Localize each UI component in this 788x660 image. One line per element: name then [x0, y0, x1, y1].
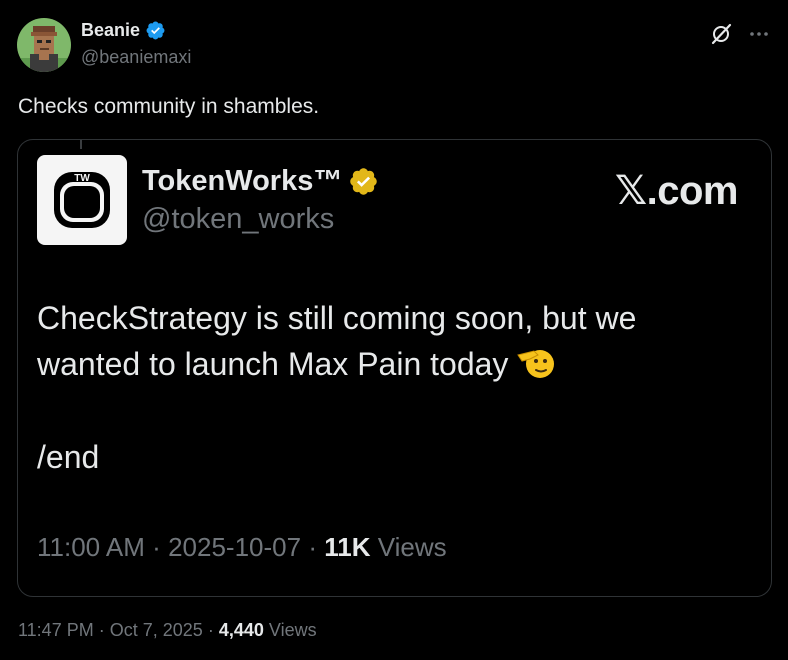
meta-separator: · — [207, 620, 214, 640]
meta-separator: · — [98, 620, 105, 640]
tweet-date[interactable]: Oct 7, 2025 — [110, 620, 203, 640]
tweet-page: Beanie @beaniemaxi Checks community in s… — [0, 0, 788, 660]
source-label: 𝕏.com — [614, 169, 739, 213]
avatar-image — [17, 18, 71, 72]
grok-icon[interactable] — [709, 22, 733, 46]
quoted-text-end: /end — [37, 439, 100, 475]
tweet-time[interactable]: 11:47 PM — [18, 620, 94, 640]
author-name-row: Beanie — [81, 19, 191, 41]
tweet-views-label: Views — [268, 620, 317, 640]
quoted-date[interactable]: 2025-10-07 — [168, 532, 301, 562]
tweet-views-count: 4,440 — [218, 620, 264, 640]
quoted-views-label: Views — [377, 532, 447, 562]
quoted-text-line-2-wrap: wanted to launch Max Pain today — [37, 341, 737, 387]
meta-separator: · — [152, 532, 161, 562]
author-avatar[interactable] — [17, 18, 71, 72]
author-name[interactable]: Beanie — [81, 19, 140, 41]
tokenworks-logo: TW — [54, 172, 110, 228]
quoted-tweet-card[interactable]: TW TokenWorks™ @token_works 𝕏.com CheckS… — [17, 139, 772, 597]
tweet-text: Checks community in shambles. — [18, 95, 320, 118]
quoted-author-avatar[interactable]: TW — [37, 155, 127, 245]
quoted-tweet-meta: 11:00 AM · 2025-10-07 · 11K Views — [37, 530, 447, 564]
quoted-tweet-text: CheckStrategy is still coming soon, but … — [37, 295, 737, 387]
quoted-views-count: 11K — [324, 532, 371, 562]
quoted-time[interactable]: 11:00 AM — [37, 532, 145, 562]
avatar-text: TW — [74, 173, 90, 184]
verified-badge-icon[interactable] — [145, 20, 166, 41]
card-divider — [80, 140, 82, 149]
quoted-author-name[interactable]: TokenWorks™ — [142, 164, 342, 198]
tweet-meta: 11:47 PM · Oct 7, 2025 · 4,440 Views — [18, 618, 317, 642]
quoted-text-line-2: wanted to launch Max Pain today — [37, 346, 509, 382]
saluting-face-emoji — [517, 350, 555, 378]
author-block: Beanie @beaniemaxi — [81, 19, 191, 68]
meta-separator: · — [308, 532, 317, 562]
header-actions — [709, 22, 771, 46]
author-handle[interactable]: @beaniemaxi — [81, 46, 191, 68]
quoted-name-row: TokenWorks™ — [142, 164, 379, 198]
quoted-text-line-1: CheckStrategy is still coming soon, but … — [37, 300, 637, 336]
quoted-author-handle[interactable]: @token_works — [142, 202, 334, 236]
verified-badge-icon[interactable] — [348, 166, 379, 197]
more-icon[interactable] — [747, 22, 771, 46]
